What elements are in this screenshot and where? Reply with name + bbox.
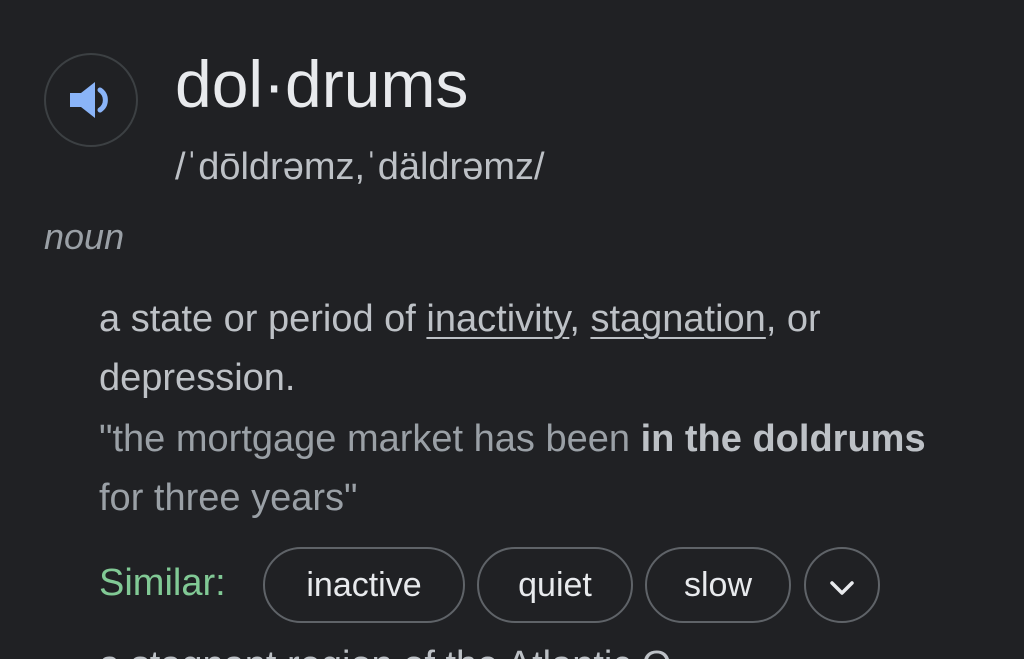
example-text: "the mortgage market has been [99, 418, 641, 460]
definition-link-stagnation[interactable]: stagnation [590, 298, 765, 340]
headword: dol·drums [175, 47, 469, 121]
pronounce-button[interactable] [44, 53, 138, 147]
part-of-speech: noun [44, 216, 125, 257]
chevron-down-icon [829, 566, 855, 605]
definition: a state or period of inactivity, stagnat… [99, 290, 979, 408]
phonetic-spelling: /ˈdōldrəmz,ˈdäldrəmz/ [175, 146, 545, 188]
speaker-icon [68, 80, 114, 120]
next-definition-partial: a stagnant region of the Atlantic O [99, 640, 672, 659]
definition-separator: , [569, 298, 591, 340]
definition-text: a state or period of [99, 298, 427, 340]
similar-label: Similar: [99, 562, 226, 604]
similar-chip-slow[interactable]: slow [645, 547, 791, 623]
definition-link-inactivity[interactable]: inactivity [426, 298, 569, 340]
example-text-end: for three years" [99, 477, 358, 519]
expand-similar-button[interactable] [804, 547, 880, 623]
similar-chip-inactive[interactable]: inactive [263, 547, 465, 623]
example-highlight: in the doldrums [640, 418, 926, 460]
similar-chip-quiet[interactable]: quiet [477, 547, 633, 623]
example-sentence: "the mortgage market has been in the dol… [99, 410, 979, 528]
